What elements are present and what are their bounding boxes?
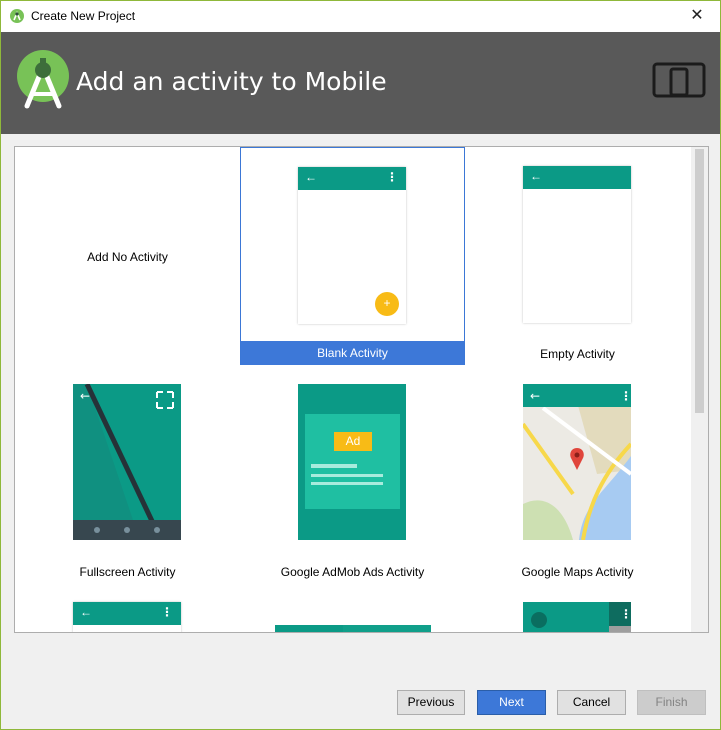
create-project-window: Create New Project ✕ Add an activity to … — [0, 0, 721, 730]
ad-badge: Ad — [334, 432, 372, 451]
activity-gallery: Add No Activity ← ⋮ + Blank Activity ← E… — [14, 146, 709, 633]
partial-preview-3[interactable]: ⋮ — [523, 602, 631, 633]
tablet-phone-icon — [652, 62, 706, 98]
app-bar: ← ⋮ — [298, 167, 406, 190]
android-studio-small-icon — [10, 9, 24, 23]
empty-activity-preview: ← — [523, 166, 631, 323]
tile-maps-activity[interactable]: ← ⋮ Google Maps Activity — [465, 365, 690, 583]
overflow-menu-icon: ⋮ — [161, 605, 173, 619]
gallery-scrollbar[interactable] — [691, 147, 708, 632]
fab-icon: + — [375, 292, 399, 316]
scrollbar-thumb[interactable] — [695, 149, 704, 413]
window-title: Create New Project — [31, 9, 136, 23]
tile-label: Google AdMob Ads Activity — [280, 565, 425, 579]
partial-preview-1[interactable]: ← ⋮ — [73, 602, 181, 632]
tile-label: Blank Activity — [241, 341, 464, 365]
overflow-menu-icon: ⋮ — [620, 389, 631, 403]
tile-fullscreen-activity[interactable]: ← Fullscreen Activity — [15, 365, 240, 583]
tile-label: Empty Activity — [540, 347, 615, 361]
ad-card: Ad — [305, 414, 400, 509]
back-arrow-icon: ← — [530, 169, 542, 183]
page-heading: Add an activity to Mobile — [76, 67, 387, 96]
back-arrow-icon: ← — [530, 389, 540, 403]
tile-blank-activity[interactable]: ← ⋮ + Blank Activity — [240, 147, 465, 365]
previous-button[interactable]: Previous — [397, 690, 465, 715]
tile-admob-activity[interactable]: Ad Google AdMob Ads Activity — [240, 365, 465, 583]
cancel-button[interactable]: Cancel — [557, 690, 626, 715]
tile-add-no-activity[interactable]: Add No Activity — [15, 147, 240, 365]
app-bar: ← ⋮ — [73, 602, 181, 625]
partial-preview-2[interactable] — [275, 625, 431, 632]
tile-empty-activity[interactable]: ← Empty Activity — [465, 147, 690, 365]
blank-activity-preview: ← ⋮ + — [298, 167, 406, 324]
tile-label: Google Maps Activity — [521, 565, 634, 579]
maps-activity-preview: ← ⋮ — [523, 384, 631, 540]
fullscreen-activity-preview: ← — [73, 384, 181, 540]
finish-button: Finish — [637, 690, 706, 715]
admob-activity-preview: Ad — [298, 384, 406, 540]
android-studio-icon — [17, 50, 69, 109]
next-button[interactable]: Next — [477, 690, 546, 715]
overflow-menu-icon: ⋮ — [620, 607, 631, 621]
back-arrow-icon: ← — [80, 389, 90, 403]
back-arrow-icon: ← — [80, 605, 92, 619]
header-banner: Add an activity to Mobile — [1, 32, 720, 134]
tile-label: Add No Activity — [87, 250, 168, 264]
app-bar: ← — [523, 166, 631, 189]
title-bar: Create New Project ✕ — [1, 1, 720, 32]
tile-label: Fullscreen Activity — [79, 565, 176, 579]
back-arrow-icon: ← — [305, 170, 317, 184]
close-button[interactable]: ✕ — [674, 1, 720, 32]
overflow-menu-icon: ⋮ — [386, 170, 398, 184]
